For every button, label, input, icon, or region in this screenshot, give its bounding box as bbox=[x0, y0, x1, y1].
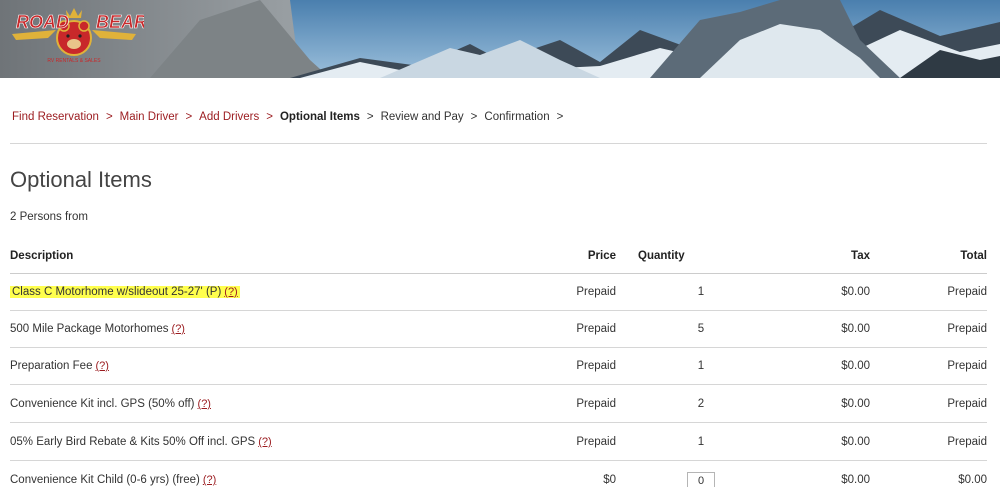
row-price: Prepaid bbox=[576, 398, 616, 410]
breadcrumb-main-driver[interactable]: Main Driver bbox=[120, 111, 179, 123]
road-bear-logo[interactable]: ROAD BEAR RV RENTALS & SALES bbox=[4, 0, 144, 72]
breadcrumb-separator: > bbox=[470, 111, 478, 123]
row-description: Preparation Fee bbox=[10, 360, 93, 372]
breadcrumb-optional-items: Optional Items bbox=[279, 111, 360, 123]
logo-tagline: RV RENTALS & SALES bbox=[47, 58, 101, 64]
row-total: Prepaid bbox=[947, 360, 987, 372]
breadcrumb-confirmation: Confirmation bbox=[484, 111, 550, 123]
row-price: Prepaid bbox=[576, 286, 616, 298]
row-description: Convenience Kit Child (0-6 yrs) (free) bbox=[10, 474, 200, 486]
table-header-row: Description Price Quantity Tax Total bbox=[10, 238, 987, 274]
row-quantity: 2 bbox=[697, 398, 705, 410]
breadcrumb: Find Reservation > Main Driver > Add Drivers… bbox=[12, 111, 570, 123]
row-tax: $0.00 bbox=[841, 398, 870, 410]
table-row: 05% Early Bird Rebate & Kits 50% Off inc… bbox=[10, 424, 987, 461]
divider bbox=[10, 143, 987, 144]
logo-text-road: ROAD bbox=[16, 12, 69, 32]
breadcrumb-separator: > bbox=[105, 111, 113, 123]
quantity-input[interactable] bbox=[687, 472, 715, 487]
row-description-cell: Convenience Kit Child (0-6 yrs) (free) (?… bbox=[10, 462, 216, 487]
help-link[interactable]: (?) bbox=[258, 436, 271, 448]
page-title: Optional Items bbox=[10, 167, 152, 192]
highlighted-description: Class C Motorhome w/slideout 25-27' (P)(… bbox=[10, 286, 240, 298]
help-link[interactable]: (?) bbox=[224, 286, 237, 298]
row-quantity: 1 bbox=[697, 360, 705, 372]
row-total: Prepaid bbox=[947, 323, 987, 335]
logo-text-bear: BEAR bbox=[96, 12, 144, 32]
row-description-cell: Convenience Kit incl. GPS (50% off) (?) bbox=[10, 386, 211, 422]
table-row: Preparation Fee (?) Prepaid 1 $0.00 Prepa… bbox=[10, 348, 987, 385]
table-row: Class C Motorhome w/slideout 25-27' (P)(… bbox=[10, 274, 987, 311]
table-row: Convenience Kit incl. GPS (50% off) (?) P… bbox=[10, 386, 987, 423]
breadcrumb-find-reservation[interactable]: Find Reservation bbox=[12, 111, 99, 123]
row-description-cell: 500 Mile Package Motorhomes (?) bbox=[10, 311, 185, 347]
persons-subtitle: 2 Persons from bbox=[10, 211, 88, 223]
header-description: Description bbox=[10, 250, 74, 262]
row-total: Prepaid bbox=[947, 398, 987, 410]
header-price: Price bbox=[587, 250, 616, 262]
row-total: Prepaid bbox=[947, 436, 987, 448]
help-link[interactable]: (?) bbox=[172, 323, 185, 335]
row-total: Prepaid bbox=[947, 286, 987, 298]
row-tax: $0.00 bbox=[841, 286, 870, 298]
mountain-banner-image bbox=[0, 0, 1000, 78]
row-price: Prepaid bbox=[576, 323, 616, 335]
row-description-cell: Class C Motorhome w/slideout 25-27' (P)(… bbox=[10, 274, 240, 310]
row-tax: $0.00 bbox=[841, 436, 870, 448]
breadcrumb-separator: > bbox=[185, 111, 193, 123]
row-total: $0.00 bbox=[958, 474, 987, 486]
help-link[interactable]: (?) bbox=[203, 474, 216, 486]
row-description: Class C Motorhome w/slideout 25-27' (P) bbox=[12, 286, 222, 298]
header-tax: Tax bbox=[851, 250, 870, 262]
row-price: $0 bbox=[603, 474, 616, 486]
table-row: 500 Mile Package Motorhomes (?) Prepaid 5… bbox=[10, 311, 987, 348]
row-quantity: 1 bbox=[697, 436, 705, 448]
breadcrumb-separator: > bbox=[366, 111, 374, 123]
row-description-cell: Preparation Fee (?) bbox=[10, 348, 109, 384]
row-quantity: 5 bbox=[697, 323, 705, 335]
breadcrumb-review-and-pay: Review and Pay bbox=[380, 111, 464, 123]
row-tax: $0.00 bbox=[841, 474, 870, 486]
table-row: Convenience Kit Child (0-6 yrs) (free) (?… bbox=[10, 462, 987, 487]
row-tax: $0.00 bbox=[841, 323, 870, 335]
header-banner: ROAD BEAR RV RENTALS & SALES bbox=[0, 0, 1000, 78]
help-link[interactable]: (?) bbox=[198, 398, 211, 410]
breadcrumb-separator: > bbox=[266, 111, 273, 123]
row-tax: $0.00 bbox=[841, 360, 870, 372]
header-total: Total bbox=[960, 250, 987, 262]
header-quantity: Quantity bbox=[638, 250, 685, 262]
row-quantity: 1 bbox=[697, 286, 705, 298]
row-price: Prepaid bbox=[576, 436, 616, 448]
help-link[interactable]: (?) bbox=[95, 360, 108, 372]
row-price: Prepaid bbox=[576, 360, 616, 372]
row-description: Convenience Kit incl. GPS (50% off) bbox=[10, 398, 195, 410]
row-description-cell: 05% Early Bird Rebate & Kits 50% Off inc… bbox=[10, 424, 272, 460]
breadcrumb-separator: > bbox=[556, 111, 564, 123]
row-description: 500 Mile Package Motorhomes bbox=[10, 323, 169, 335]
breadcrumb-add-drivers[interactable]: Add Drivers bbox=[199, 111, 259, 123]
row-description: 05% Early Bird Rebate & Kits 50% Off inc… bbox=[10, 436, 256, 448]
